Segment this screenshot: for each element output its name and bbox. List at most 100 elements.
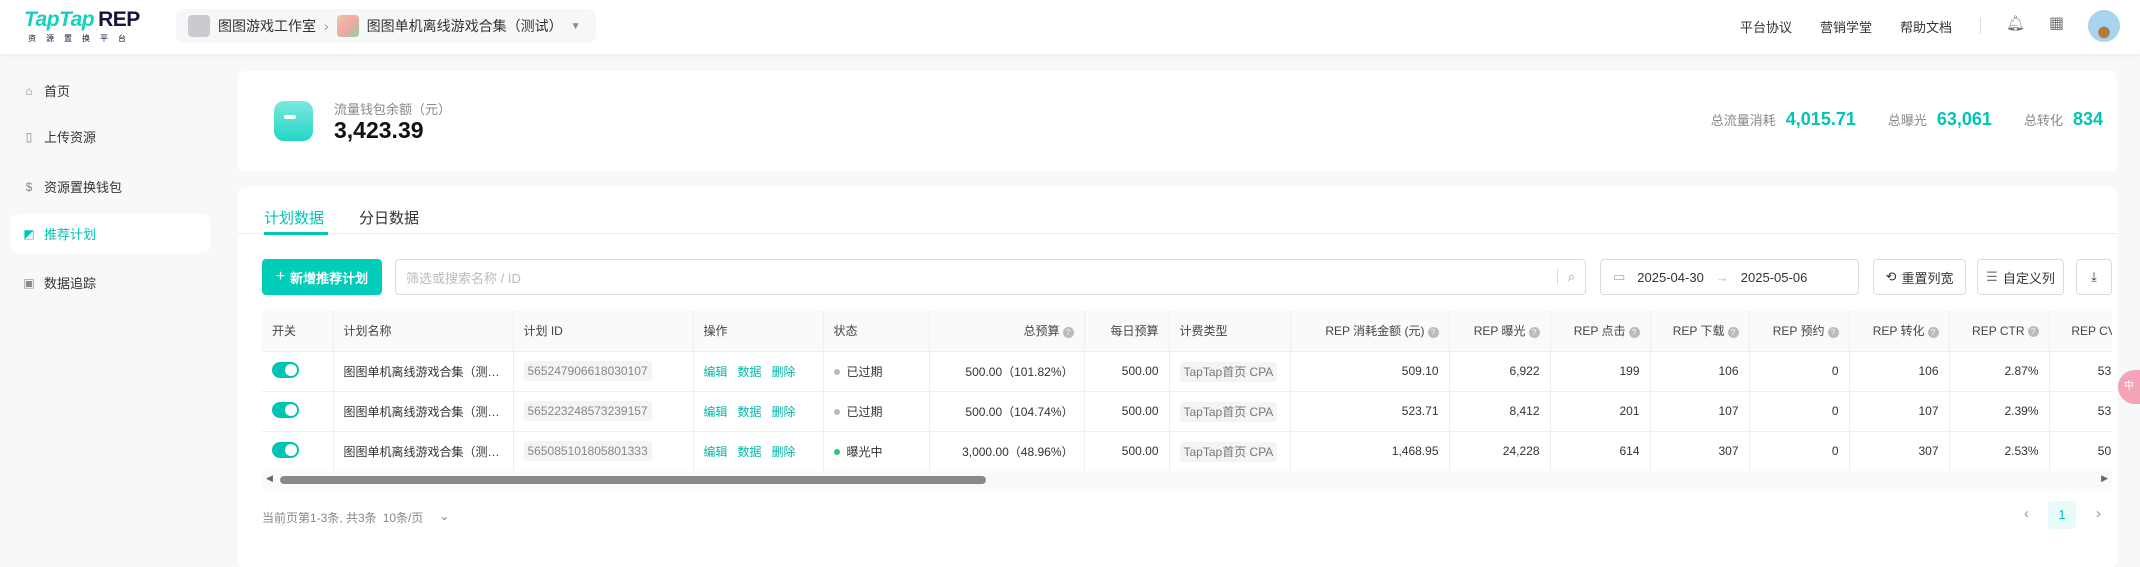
- pagination-summary: 当前页第1-3条, 共3条 10条/页 ⌄: [262, 509, 449, 526]
- logo-rep: REP: [98, 8, 140, 31]
- stat-value: 4,015.71: [1785, 109, 1856, 129]
- plan-toggle[interactable]: [272, 361, 299, 378]
- status-badge: 已过期: [846, 364, 883, 379]
- op-data-link[interactable]: 数据: [738, 365, 762, 379]
- plan-toggle[interactable]: [272, 401, 299, 418]
- breadcrumb: 图图游戏工作室 › 图图单机离线游戏合集（测试） ▼: [176, 9, 596, 43]
- op-delete-link[interactable]: 删除: [772, 445, 796, 459]
- op-data-link[interactable]: 数据: [738, 445, 762, 459]
- op-data-link[interactable]: 数据: [738, 405, 762, 419]
- search-input[interactable]: 筛选或搜索名称 / ID ⌕: [395, 259, 1586, 295]
- sidebar-item-4[interactable]: ▣ 数据追踪: [10, 263, 210, 302]
- column-label: 每日预算: [1110, 324, 1159, 339]
- sidebar-item-0[interactable]: ⌂ 首页: [10, 71, 210, 110]
- download-button[interactable]: ⤓: [2076, 259, 2112, 295]
- table-row: 图图单机离线游戏合集（测试） 565247906618030107 编辑 数据 删除 已过…: [262, 351, 2112, 392]
- sidebar-item-2[interactable]: $ 资源置换钱包: [10, 167, 210, 206]
- op-delete-link[interactable]: 删除: [772, 405, 796, 419]
- date-start[interactable]: 2025-04-30: [1637, 270, 1704, 285]
- avatar[interactable]: [2088, 10, 2120, 42]
- tab-daily-data[interactable]: 分日数据: [359, 207, 419, 228]
- cell-res: 0: [1749, 431, 1850, 471]
- ops-cell: 编辑 数据 删除: [693, 431, 824, 471]
- toggle-cell: [262, 431, 334, 471]
- cell-cvr: 53.27%: [2049, 351, 2112, 392]
- billing-type-cell: TapTap首页 CPA: [1169, 431, 1291, 471]
- plan-id: 565085101805801333: [523, 441, 652, 461]
- breadcrumb-project[interactable]: 图图单机离线游戏合集（测试）: [367, 16, 563, 36]
- help-icon[interactable]: ?: [1528, 326, 1540, 338]
- sidebar-item-1[interactable]: ▯ 上传资源: [10, 117, 210, 156]
- translate-icon[interactable]: 中: [2118, 370, 2140, 404]
- help-icon[interactable]: ?: [1427, 326, 1439, 338]
- cell-budget: 500.00（101.82%）: [929, 351, 1085, 392]
- tab-underline: [264, 232, 328, 235]
- next-page-button[interactable]: ›: [2096, 505, 2101, 522]
- nav-marketing[interactable]: 营销学堂: [1820, 17, 1872, 36]
- page-size-select[interactable]: 10条/页: [383, 509, 424, 526]
- column-header: 计划 ID: [513, 311, 694, 352]
- logo[interactable]: TapTap REP 资源置换平台: [24, 8, 154, 48]
- horizontal-scrollbar[interactable]: ◀ ▶: [262, 471, 2112, 489]
- sidebar-item-label: 首页: [44, 84, 71, 99]
- prev-page-button[interactable]: ‹: [2024, 505, 2029, 522]
- nav-help[interactable]: 帮助文档: [1900, 17, 1952, 36]
- tab-plan-data[interactable]: 计划数据: [264, 207, 324, 228]
- sidebar-item-3[interactable]: ◩ 推荐计划: [10, 214, 210, 253]
- bell-icon[interactable]: 🔔︎: [2006, 14, 2025, 32]
- page-1-button[interactable]: 1: [2048, 501, 2076, 529]
- cell-res: 0: [1749, 391, 1850, 432]
- scroll-left-icon[interactable]: ◀: [266, 473, 273, 484]
- add-plan-button[interactable]: + 新增推荐计划: [262, 259, 382, 295]
- breadcrumb-studio[interactable]: 图图游戏工作室: [218, 16, 316, 36]
- column-header: 操作: [693, 311, 824, 352]
- help-icon[interactable]: ?: [2027, 326, 2039, 338]
- column-header: 每日预算: [1084, 311, 1170, 352]
- cell-imp: 8,412: [1449, 391, 1551, 432]
- stats: 总流量消耗 4,015.71 总曝光 63,061 总转化 834: [1711, 109, 2103, 130]
- plan-id-cell: 565247906618030107: [513, 351, 694, 392]
- op-edit-link[interactable]: 编辑: [704, 405, 728, 419]
- column-label: REP 点击: [1573, 324, 1626, 339]
- stat-label: 总曝光: [1887, 113, 1927, 128]
- column-header: REP 点击?: [1550, 311, 1651, 352]
- date-range-picker[interactable]: ▭ 2025-04-30 → 2025-05-06: [1600, 259, 1859, 295]
- list-icon: ☰: [1986, 269, 1998, 284]
- op-edit-link[interactable]: 编辑: [704, 365, 728, 379]
- chevron-down-icon[interactable]: ⌄: [439, 509, 449, 526]
- op-edit-link[interactable]: 编辑: [704, 445, 728, 459]
- reset-width-button[interactable]: ⟲ 重置列宽: [1873, 259, 1966, 295]
- nav-agreement[interactable]: 平台协议: [1740, 17, 1792, 36]
- cell-ctr: 2.53%: [1949, 431, 2050, 471]
- cell-cost: 1,468.95: [1290, 431, 1450, 471]
- billing-type: TapTap首页 CPA: [1179, 401, 1278, 422]
- cell-dl: 106: [1650, 351, 1750, 392]
- custom-columns-button[interactable]: ☰ 自定义列: [1977, 259, 2064, 295]
- status-dot: [833, 369, 840, 376]
- column-header: 开关: [262, 311, 334, 352]
- date-end[interactable]: 2025-05-06: [1741, 270, 1808, 285]
- help-icon[interactable]: ?: [1827, 326, 1839, 338]
- help-icon[interactable]: ?: [1927, 326, 1939, 338]
- cell-budget: 500.00（104.74%）: [929, 391, 1085, 432]
- stat-label: 总转化: [2023, 113, 2063, 128]
- plan-table: 开关 计划名称 计划 ID 操作 状态 总预算? 每日预算 计费类型 REP 消耗金额 (元)?…: [262, 311, 2112, 471]
- sidebar-item-label: 上传资源: [44, 130, 97, 145]
- qrcode-icon[interactable]: ▦: [2049, 13, 2064, 33]
- status-badge: 已过期: [846, 404, 883, 419]
- chevron-down-icon[interactable]: ▼: [571, 21, 581, 32]
- plus-icon: +: [275, 268, 286, 285]
- column-label: 总预算: [1023, 324, 1060, 339]
- cell-click: 199: [1550, 351, 1651, 392]
- help-icon[interactable]: ?: [1062, 326, 1074, 338]
- help-icon[interactable]: ?: [1727, 326, 1739, 338]
- cell-click: 201: [1550, 391, 1651, 432]
- search-icon[interactable]: ⌕: [1556, 269, 1575, 285]
- scrollbar-thumb[interactable]: [280, 476, 986, 484]
- plan-toggle[interactable]: [272, 441, 299, 458]
- wallet-card: 流量钱包余额（元） 3,423.39 总流量消耗 4,015.71 总曝光 63,06…: [238, 71, 2117, 171]
- column-label: REP 曝光: [1473, 324, 1526, 339]
- help-icon[interactable]: ?: [1628, 326, 1640, 338]
- op-delete-link[interactable]: 删除: [772, 365, 796, 379]
- scroll-right-icon[interactable]: ▶: [2101, 473, 2108, 484]
